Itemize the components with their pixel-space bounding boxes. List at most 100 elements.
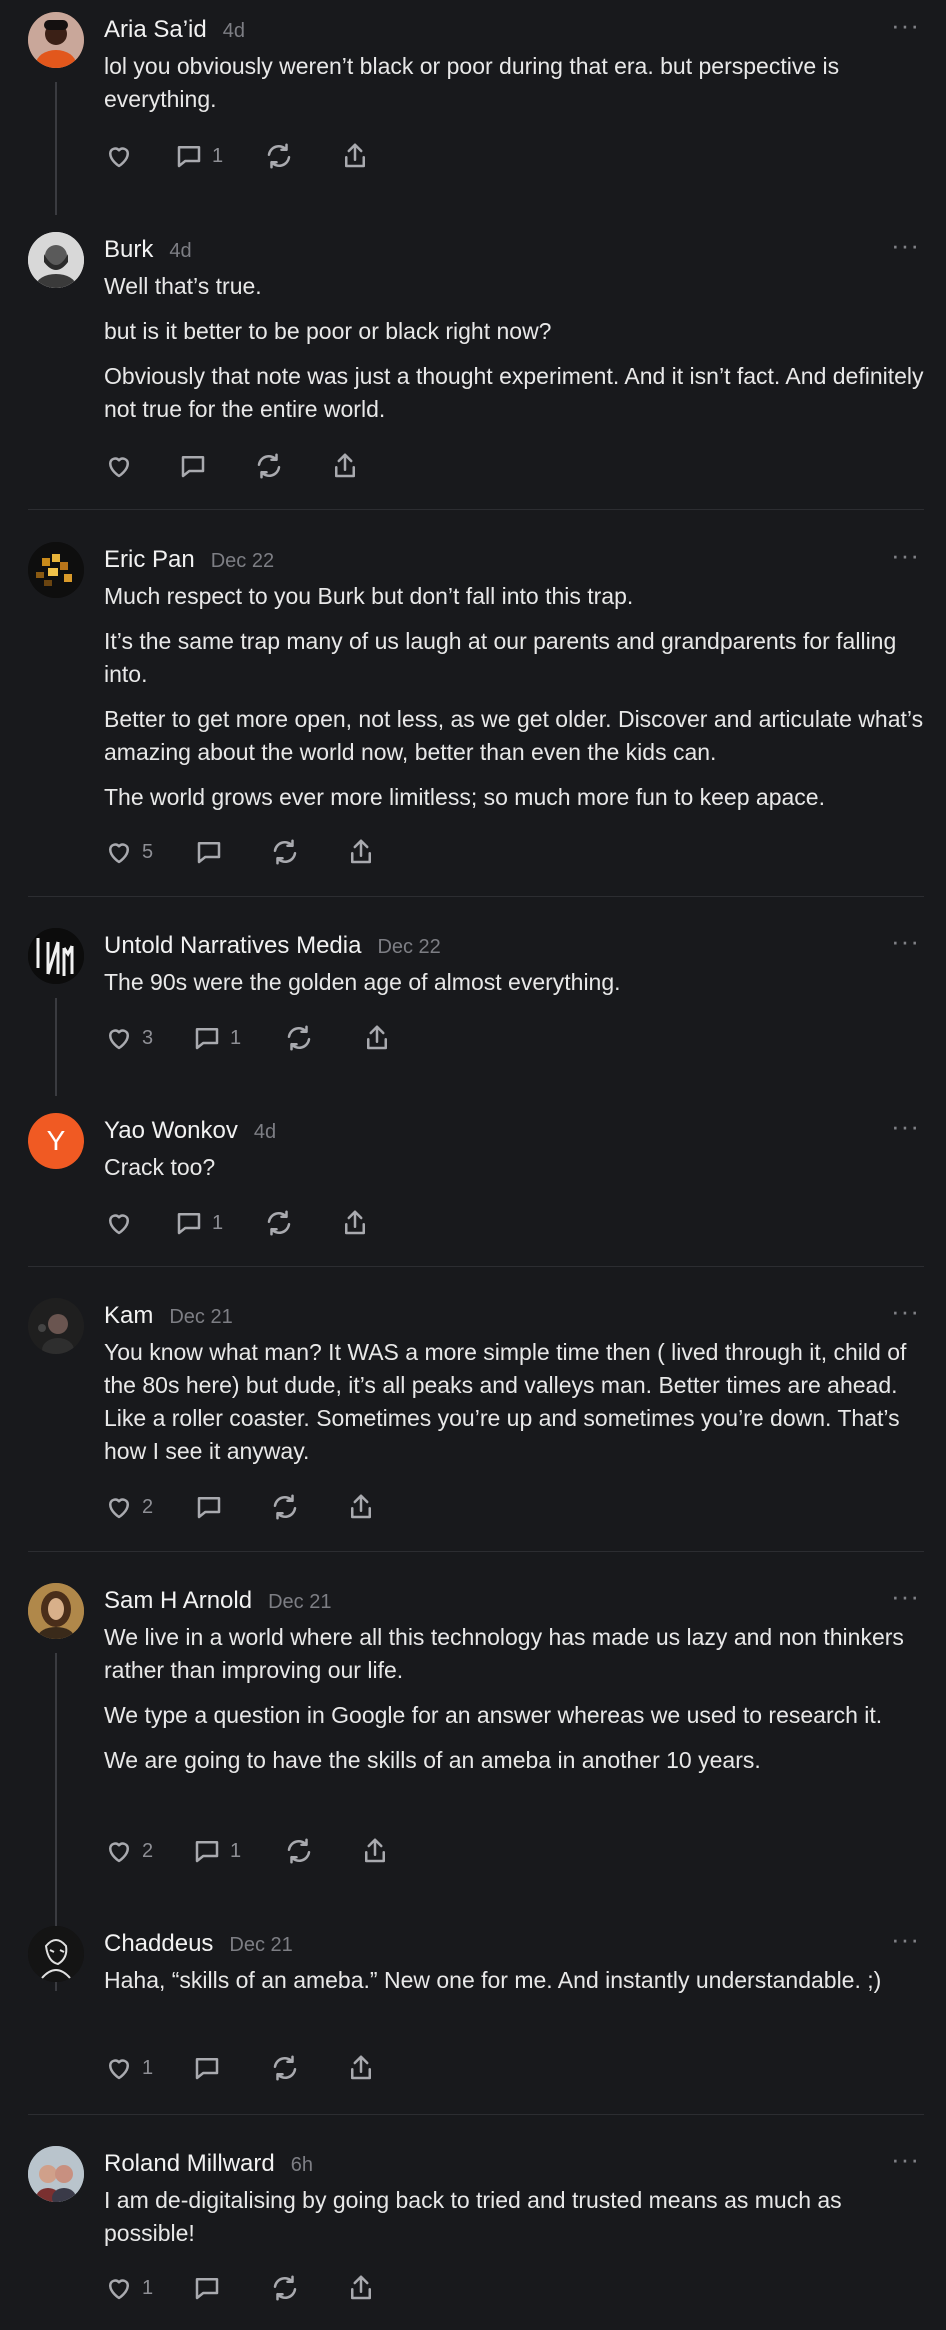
divider [28,1266,924,1267]
restack-button[interactable] [270,2270,300,2306]
more-options-icon[interactable]: ··· [891,1111,920,1142]
avatar[interactable] [28,2146,84,2202]
author-name[interactable]: Chaddeus [104,1930,213,1958]
avatar[interactable] [28,232,84,288]
restack-icon [267,1210,291,1236]
author-name[interactable]: Sam H Arnold [104,1587,252,1615]
restack-button[interactable] [270,2050,300,2086]
like-button[interactable] [104,448,134,484]
share-button[interactable] [330,448,360,484]
divider [28,896,924,897]
avatar[interactable] [28,12,84,68]
comment-text: We are going to have the skills of an am… [104,1747,761,1773]
heart-icon [109,2059,129,2080]
author-name[interactable]: Untold Narratives Media [104,932,361,960]
share-button[interactable] [360,1833,390,1869]
comment-date[interactable]: Dec 22 [211,550,274,573]
comment-text: Much respect to you Burk but don’t fall … [104,583,634,609]
comment-date[interactable]: 4d [169,240,191,263]
share-icon [345,1210,365,1235]
person-photo-icon [28,1583,84,1639]
avatar[interactable] [28,1298,84,1354]
share-icon [335,453,355,478]
comment-date[interactable]: 6h [291,2154,313,2177]
heart-icon [109,1029,129,1050]
like-button[interactable]: 1 [104,2050,153,2086]
share-button[interactable] [346,1489,376,1525]
comment-body: We live in a world where all this techno… [104,1621,924,1789]
comment-date[interactable]: 4d [254,1121,276,1144]
comment-icon [195,2278,219,2300]
comment-date[interactable]: Dec 21 [268,1591,331,1614]
avatar[interactable] [28,1926,84,1982]
more-options-icon[interactable]: ··· [891,1296,920,1327]
like-button[interactable]: 1 [104,2270,153,2306]
reply-count: 1 [212,1211,224,1234]
reply-button[interactable]: 1 [174,1205,223,1241]
heart-icon [109,843,129,864]
like-button[interactable] [104,138,134,174]
restack-button[interactable] [270,1489,300,1525]
restack-button[interactable] [264,1205,294,1241]
author-name[interactable]: Eric Pan [104,546,195,574]
more-options-icon[interactable]: ··· [891,1581,920,1612]
reply-button[interactable] [194,834,224,870]
comment-body: You know what man? It WAS a more simple … [104,1336,924,1480]
comment-date[interactable]: Dec 22 [377,936,440,959]
share-button[interactable] [346,834,376,870]
restack-icon [273,2055,297,2081]
more-options-icon[interactable]: ··· [891,2144,920,2175]
author-name[interactable]: Roland Millward [104,2150,275,2178]
reply-button[interactable] [192,2050,222,2086]
comment-date[interactable]: 4d [223,20,245,43]
comment: Untold Narratives Media Dec 22 ··· The 90… [0,916,946,1096]
share-button[interactable] [362,1020,392,1056]
avatar[interactable] [28,1583,84,1639]
share-button[interactable] [346,2050,376,2086]
reply-button[interactable] [194,1489,224,1525]
comment-text: lol you obviously weren’t black or poor … [104,53,840,112]
restack-button[interactable] [254,448,284,484]
avatar-letter: Y [46,1125,66,1156]
author-name[interactable]: Aria Sa’id [104,16,207,44]
restack-button[interactable] [270,834,300,870]
like-button[interactable]: 2 [104,1833,153,1869]
like-button[interactable]: 2 [104,1489,153,1525]
restack-icon [273,2275,297,2301]
more-options-icon[interactable]: ··· [891,1924,920,1955]
like-button[interactable]: 5 [104,834,153,870]
comment-text: Obviously that note was just a thought e… [104,363,924,422]
comment-date[interactable]: Dec 21 [229,1934,292,1957]
like-button[interactable]: 3 [104,1020,153,1056]
author-name[interactable]: Yao Wonkov [104,1117,238,1145]
restack-button[interactable] [284,1020,314,1056]
comment-text: We type a question in Google for an answ… [104,1702,883,1728]
share-icon [365,1838,385,1863]
reply-button[interactable] [192,2270,222,2306]
more-options-icon[interactable]: ··· [891,926,920,957]
comment-text: I am de-digitalising by going back to tr… [104,2187,842,2246]
author-name[interactable]: Kam [104,1302,153,1330]
avatar[interactable] [28,542,84,598]
comment-date[interactable]: Dec 21 [169,1306,232,1329]
restack-button[interactable] [264,138,294,174]
avatar[interactable] [28,928,84,984]
author-name[interactable]: Burk [104,236,153,264]
reply-button[interactable]: 1 [192,1020,241,1056]
restack-button[interactable] [284,1833,314,1869]
reply-button[interactable]: 1 [192,1833,241,1869]
share-button[interactable] [346,2270,376,2306]
share-icon [367,1025,387,1050]
comment-icon [177,1213,201,1235]
share-button[interactable] [340,1205,370,1241]
like-button[interactable] [104,1205,134,1241]
share-button[interactable] [340,138,370,174]
more-options-icon[interactable]: ··· [891,230,920,261]
avatar[interactable]: Y [28,1113,84,1169]
reply-button[interactable] [178,448,208,484]
more-options-icon[interactable]: ··· [891,10,920,41]
comment: Burk 4d ··· Well that’s true. but is it b… [0,220,946,510]
reply-button[interactable]: 1 [174,138,223,174]
heart-icon [109,2279,129,2300]
more-options-icon[interactable]: ··· [891,540,920,571]
